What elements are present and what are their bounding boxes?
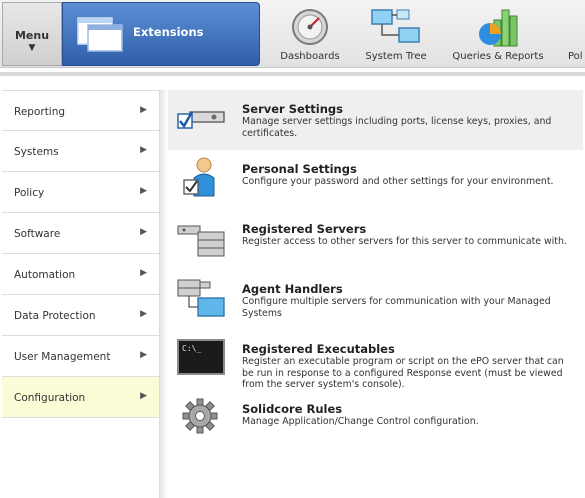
policy-button[interactable]: Pol <box>560 0 585 68</box>
chevron-right-icon: ▶ <box>140 186 147 196</box>
top-toolbar: Menu ▼ Extensions Dashboards System Tree… <box>0 0 585 68</box>
sidebar-item-policy[interactable]: Policy ▶ <box>2 172 159 213</box>
sidebar-item-label: Systems <box>14 146 59 158</box>
entry-description: Manage Application/Change Control config… <box>242 416 479 427</box>
sidebar-item-label: Software <box>14 228 61 240</box>
registered-servers-icon <box>176 216 226 260</box>
extensions-button[interactable]: Extensions <box>62 2 260 66</box>
server-settings-link[interactable]: Server Settings Manage server settings i… <box>168 90 583 150</box>
divider <box>160 90 168 498</box>
queries-reports-button[interactable]: Queries & Reports <box>446 0 550 68</box>
pie-bar-chart-icon <box>476 8 520 51</box>
entry-title: Solidcore Rules <box>242 402 343 416</box>
menu-button[interactable]: Menu ▼ <box>2 2 62 66</box>
agent-handlers-icon <box>176 276 226 320</box>
system-tree-button[interactable]: System Tree <box>358 0 434 68</box>
extensions-label: Extensions <box>133 25 204 39</box>
chevron-right-icon: ▶ <box>140 391 147 401</box>
registered-servers-link[interactable]: Registered Servers Register access to ot… <box>168 210 583 270</box>
chevron-right-icon: ▶ <box>140 105 147 115</box>
dashboards-button[interactable]: Dashboards <box>272 0 348 68</box>
sidebar-item-label: Configuration <box>14 392 86 404</box>
svg-text:C:\_: C:\_ <box>182 344 201 353</box>
entry-title: Registered Executables <box>242 342 395 356</box>
sidebar-item-reporting[interactable]: Reporting ▶ <box>2 90 159 131</box>
server-settings-icon <box>176 96 226 140</box>
chevron-right-icon: ▶ <box>140 227 147 237</box>
gear-icon <box>176 396 226 440</box>
sidebar-item-configuration[interactable]: Configuration ▶ <box>2 377 159 418</box>
sidebar-item-label: Policy <box>14 187 45 199</box>
sidebar-item-label: Automation <box>14 269 76 281</box>
terminal-icon: C:\_ <box>176 336 226 380</box>
chevron-right-icon: ▶ <box>140 145 147 155</box>
menu-button-label: Menu <box>14 29 50 42</box>
windows-icon <box>77 17 125 56</box>
entry-description: Register access to other servers for thi… <box>242 236 567 247</box>
agent-handlers-link[interactable]: Agent Handlers Configure multiple server… <box>168 270 583 330</box>
configuration-entries: Server Settings Manage server settings i… <box>168 90 583 498</box>
chevron-right-icon: ▶ <box>140 350 147 360</box>
chevron-right-icon: ▶ <box>140 309 147 319</box>
dashboards-label: Dashboards <box>280 51 340 62</box>
sidebar-item-software[interactable]: Software ▶ <box>2 213 159 254</box>
policy-label: Pol <box>568 51 583 62</box>
sidebar-item-systems[interactable]: Systems ▶ <box>2 131 159 172</box>
chevron-down-icon: ▼ <box>28 43 36 53</box>
entry-title: Registered Servers <box>242 222 367 236</box>
entry-description: Register an executable program or script… <box>242 356 564 390</box>
entry-description: Configure your password and other settin… <box>242 176 554 187</box>
sidebar-item-user-management[interactable]: User Management ▶ <box>2 336 159 377</box>
solidcore-rules-link[interactable]: Solidcore Rules Manage Application/Chang… <box>168 390 583 450</box>
system-tree-label: System Tree <box>365 51 427 62</box>
sidebar-item-label: Data Protection <box>14 310 96 322</box>
registered-executables-link[interactable]: C:\_ Registered Executables Register an … <box>168 330 583 390</box>
entry-title: Agent Handlers <box>242 282 343 296</box>
chevron-right-icon: ▶ <box>140 268 147 278</box>
entry-description: Configure multiple servers for communica… <box>242 296 551 319</box>
category-sidebar: Reporting ▶ Systems ▶ Policy ▶ Software … <box>2 90 160 498</box>
queries-reports-label: Queries & Reports <box>452 51 544 62</box>
extensions-menu-panel: Reporting ▶ Systems ▶ Policy ▶ Software … <box>0 72 585 498</box>
entry-title: Personal Settings <box>242 162 357 176</box>
gauge-icon <box>290 8 330 49</box>
personal-settings-link[interactable]: Personal Settings Configure your passwor… <box>168 150 583 210</box>
personal-settings-icon <box>176 156 226 200</box>
network-tree-icon <box>371 8 421 49</box>
sidebar-item-automation[interactable]: Automation ▶ <box>2 254 159 295</box>
sidebar-item-data-protection[interactable]: Data Protection ▶ <box>2 295 159 336</box>
entry-title: Server Settings <box>242 102 344 116</box>
entry-description: Manage server settings including ports, … <box>242 116 552 139</box>
sidebar-item-label: Reporting <box>14 106 66 118</box>
sidebar-item-label: User Management <box>14 351 111 363</box>
